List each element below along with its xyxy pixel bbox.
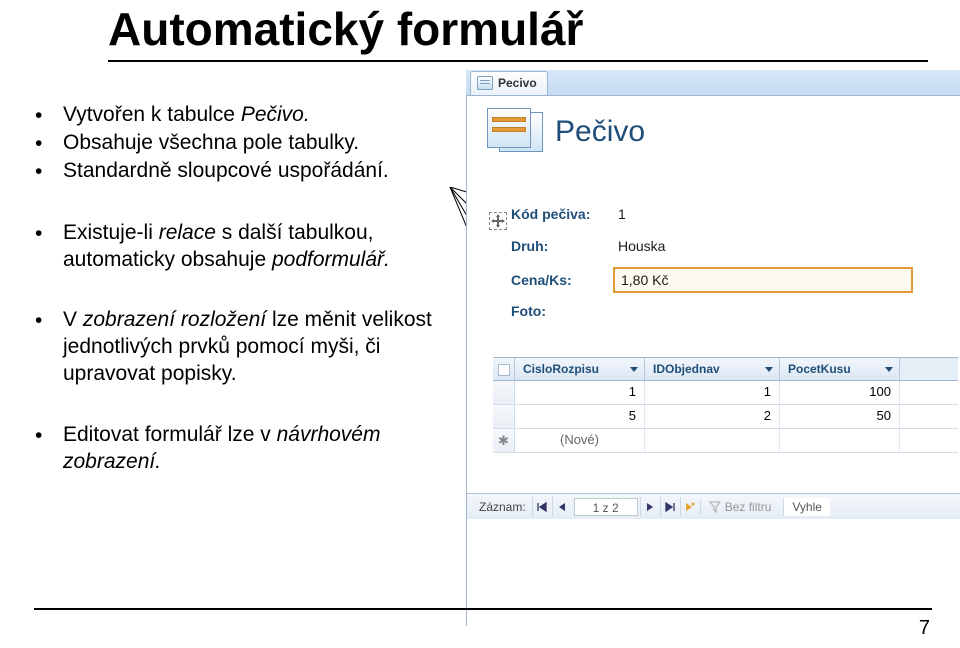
chevron-down-icon [630, 365, 638, 373]
form-icon [477, 76, 493, 90]
table-row[interactable]: 5 2 50 [493, 405, 958, 429]
prev-icon [558, 502, 566, 512]
prev-record-button[interactable] [552, 497, 572, 517]
field-row-druh: Druh: Houska [511, 235, 960, 257]
bullet-text: V zobrazení rozložení lze měnit velikost… [63, 307, 465, 388]
field-value-selected[interactable]: 1,80 Kč [613, 267, 913, 293]
cell[interactable]: 2 [645, 405, 780, 428]
filter-indicator[interactable]: Bez filtru [700, 500, 780, 514]
footer-rule [34, 608, 932, 610]
field-label: Kód pečiva: [511, 206, 613, 222]
field-value[interactable] [613, 308, 623, 314]
form-canvas: Pečivo Kód pečiva: 1 Druh: Houska Cena/K… [466, 96, 960, 626]
table-row[interactable]: 1 1 100 [493, 381, 958, 405]
next-record-button[interactable] [640, 497, 660, 517]
tab-label: Pecivo [498, 76, 537, 90]
subform-header: CisloRozpisu IDObjednav PocetKusu [493, 357, 958, 381]
bullet-dot: • [35, 130, 63, 158]
last-icon [665, 502, 675, 512]
tab-pecivo[interactable]: Pecivo [470, 71, 548, 95]
field-row-kod: Kód pečiva: 1 [511, 203, 960, 225]
field-row-cena: Cena/Ks: 1,80 Kč [511, 267, 960, 293]
col-pocetkusu[interactable]: PocetKusu [780, 358, 900, 380]
select-all-corner[interactable] [493, 358, 515, 380]
first-record-button[interactable] [532, 497, 552, 517]
record-counter[interactable]: 1 z 2 [574, 498, 638, 516]
field-row-foto: Foto: [511, 303, 960, 319]
page-number: 7 [919, 617, 930, 640]
search-box[interactable]: Vyhle [783, 498, 830, 516]
form-screenshot: Pecivo Pečivo Kód pečiva: 1 [466, 70, 960, 626]
cell[interactable] [645, 429, 780, 452]
last-record-button[interactable] [660, 497, 680, 517]
cell[interactable] [780, 429, 900, 452]
bullet-dot: • [35, 307, 63, 335]
chevron-down-icon [765, 365, 773, 373]
form-header: Pečivo [467, 96, 960, 169]
chevron-down-icon [885, 365, 893, 373]
subform: CisloRozpisu IDObjednav PocetKusu 1 1 10… [493, 357, 958, 453]
bullet-text: Standardně sloupcové uspořádání. [63, 158, 465, 185]
field-value[interactable]: Houska [613, 235, 670, 257]
bullet-dot: • [35, 422, 63, 450]
form-header-icon [487, 108, 543, 156]
cell[interactable]: 1 [515, 381, 645, 404]
cell[interactable]: (Nové) [515, 429, 645, 452]
col-idobjednav[interactable]: IDObjednav [645, 358, 780, 380]
field-label: Foto: [511, 303, 613, 319]
cell[interactable]: 100 [780, 381, 900, 404]
col-cislorozpisu[interactable]: CisloRozpisu [515, 358, 645, 380]
move-handle[interactable] [489, 212, 507, 230]
field-value[interactable]: 1 [613, 203, 631, 225]
bullet-text: Vytvořen k tabulce Pečivo. [63, 102, 465, 129]
bullet-text: Existuje-li relace s další tabulkou, aut… [63, 220, 465, 274]
row-selector[interactable] [493, 381, 515, 404]
field-label: Cena/Ks: [511, 272, 613, 288]
bullet-text: Obsahuje všechna pole tabulky. [63, 130, 465, 157]
cell[interactable]: 50 [780, 405, 900, 428]
move-icon [491, 214, 505, 228]
page-title: Automatický formulář [108, 2, 928, 62]
bullet-text: Editovat formulář lze v návrhovém zobraz… [63, 422, 465, 476]
form-fields: Kód pečiva: 1 Druh: Houska Cena/Ks: 1,80… [467, 203, 960, 319]
cell[interactable]: 1 [645, 381, 780, 404]
tab-bar: Pecivo [466, 70, 960, 96]
bullet-dot: • [35, 158, 63, 186]
new-icon [685, 502, 695, 512]
nav-label: Záznam: [473, 500, 532, 514]
table-row-new[interactable]: ✱ (Nové) [493, 429, 958, 453]
next-icon [646, 502, 654, 512]
row-selector[interactable] [493, 405, 515, 428]
bullet-list: • Vytvořen k tabulce Pečivo. • Obsahuje … [35, 102, 465, 510]
funnel-icon [709, 501, 721, 513]
form-title: Pečivo [555, 115, 645, 149]
bullet-dot: • [35, 220, 63, 248]
bullet-dot: • [35, 102, 63, 130]
new-record-button[interactable] [680, 497, 700, 517]
first-icon [537, 502, 547, 512]
new-row-icon[interactable]: ✱ [493, 429, 515, 452]
cell[interactable]: 5 [515, 405, 645, 428]
record-navigator: Záznam: 1 z 2 Bez filtru Vyhle [467, 493, 960, 519]
field-label: Druh: [511, 238, 613, 254]
